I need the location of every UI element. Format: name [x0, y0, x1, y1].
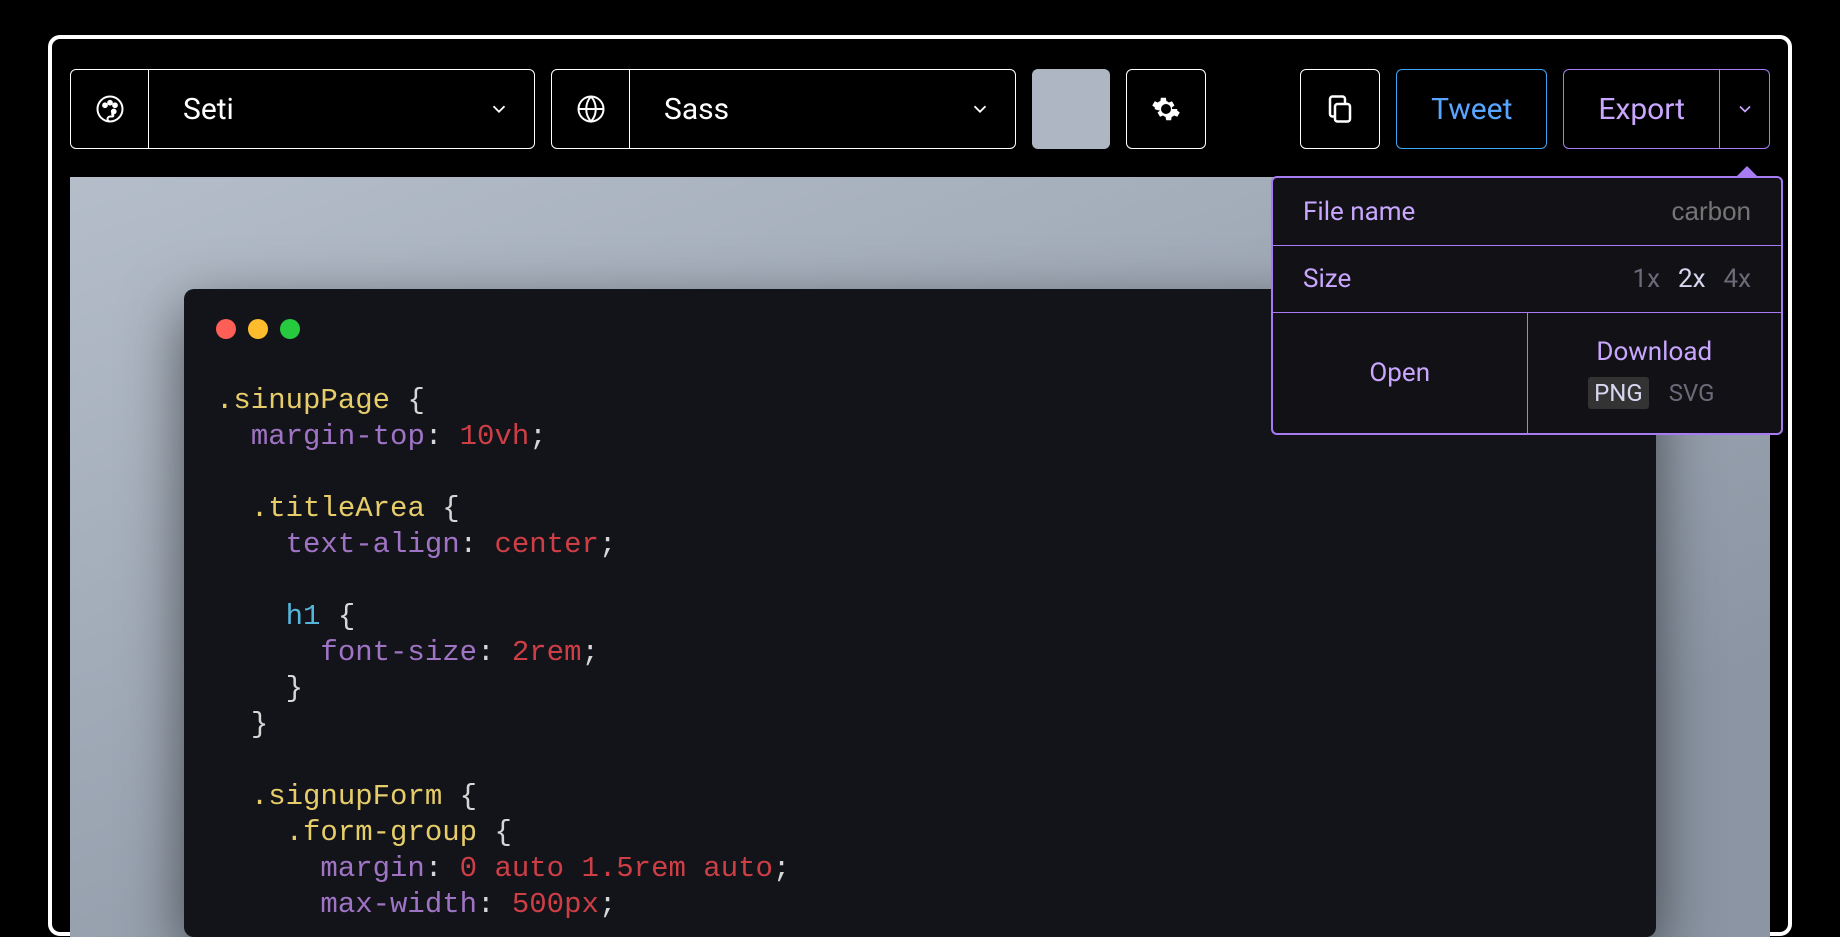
filename-row: File name	[1273, 178, 1781, 246]
language-dropdown[interactable]: Sass	[551, 69, 1016, 149]
format-png[interactable]: PNG	[1588, 377, 1649, 409]
open-label: Open	[1369, 358, 1430, 388]
theme-label: Seti	[149, 70, 464, 148]
export-label: Export	[1598, 92, 1685, 127]
export-popover: File name Size 1x 2x 4x Open Download PN…	[1271, 176, 1783, 435]
palette-icon	[71, 70, 149, 148]
copy-icon	[1325, 94, 1355, 124]
filename-input[interactable]	[1611, 196, 1751, 227]
export-menu-toggle[interactable]	[1720, 69, 1770, 149]
download-section: Download PNG SVG	[1528, 313, 1782, 433]
tweet-label: Tweet	[1431, 92, 1512, 127]
code-content[interactable]: .sinupPage { margin-top: 10vh; .titleAre…	[216, 383, 1624, 923]
traffic-light-close	[216, 319, 236, 339]
size-label: Size	[1303, 264, 1351, 294]
traffic-light-minimize	[248, 319, 268, 339]
format-svg[interactable]: SVG	[1663, 377, 1721, 409]
toolbar: Seti Sass	[70, 69, 1770, 149]
traffic-light-zoom	[280, 319, 300, 339]
language-label: Sass	[630, 70, 945, 148]
background-color-picker[interactable]	[1032, 69, 1110, 149]
gear-icon	[1151, 94, 1181, 124]
export-button[interactable]: Export	[1563, 69, 1720, 149]
size-options: 1x 2x 4x	[1632, 264, 1751, 294]
chevron-down-icon	[945, 70, 1015, 148]
size-option-2x[interactable]: 2x	[1678, 264, 1706, 294]
settings-button[interactable]	[1126, 69, 1206, 149]
download-label: Download	[1596, 337, 1712, 367]
filename-label: File name	[1303, 197, 1415, 227]
copy-button[interactable]	[1300, 69, 1380, 149]
chevron-down-icon	[464, 70, 534, 148]
globe-icon	[552, 70, 630, 148]
size-option-4x[interactable]: 4x	[1723, 264, 1751, 294]
size-row: Size 1x 2x 4x	[1273, 246, 1781, 313]
theme-dropdown[interactable]: Seti	[70, 69, 535, 149]
tweet-button[interactable]: Tweet	[1396, 69, 1547, 149]
open-button[interactable]: Open	[1273, 313, 1528, 433]
export-button-group: Export	[1563, 69, 1770, 149]
format-options: PNG SVG	[1588, 377, 1720, 409]
chevron-down-icon	[1735, 99, 1755, 119]
app-frame: Seti Sass	[48, 35, 1792, 936]
export-actions: Open Download PNG SVG	[1273, 313, 1781, 433]
size-option-1x[interactable]: 1x	[1632, 264, 1660, 294]
